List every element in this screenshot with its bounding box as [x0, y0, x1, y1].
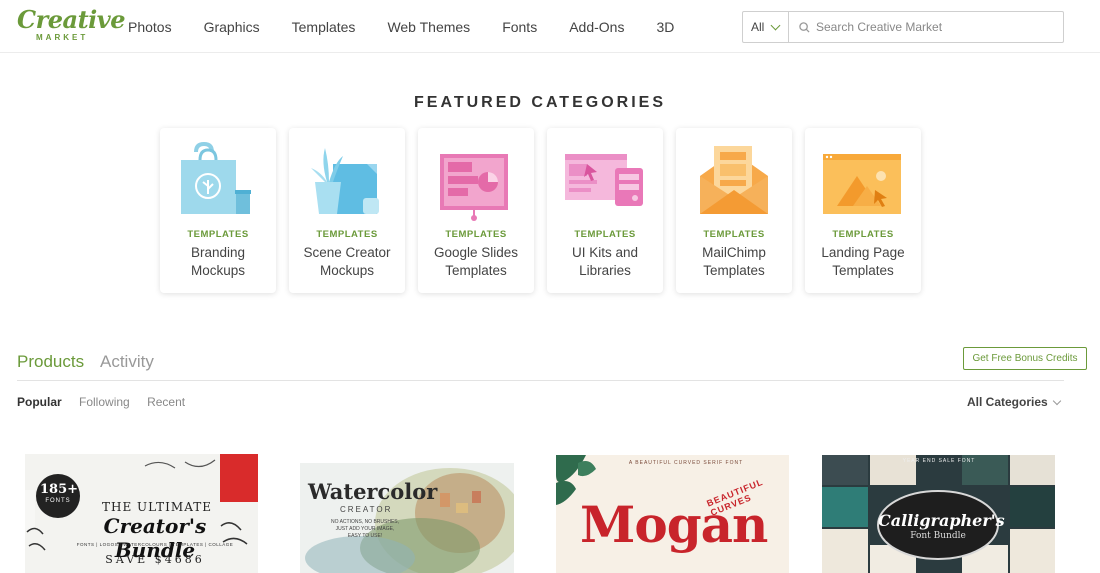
calligrapher-subtitle: Font Bundle: [910, 531, 966, 541]
watercolor-subtitle: CREATOR: [340, 505, 393, 514]
category-card-branding-mockups[interactable]: TEMPLATES Branding Mockups: [160, 128, 276, 293]
creative-market-logo[interactable]: Creative MARKET: [17, 5, 125, 43]
tab-products[interactable]: Products: [17, 351, 84, 373]
main-nav: Photos Graphics Templates Web Themes Fon…: [128, 18, 706, 36]
calligrapher-tagline: YEAR END SALE FONT: [902, 458, 976, 464]
nav-graphics[interactable]: Graphics: [204, 18, 260, 36]
category-card-ui-kits-and-libraries[interactable]: TEMPLATES UI Kits and Libraries: [547, 128, 663, 293]
nav-fonts[interactable]: Fonts: [502, 18, 537, 36]
product-thumbnail-mogan-font[interactable]: A BEAUTIFUL CURVED SERIF FONT Mogan BEAU…: [556, 455, 789, 573]
search-field: [789, 12, 1063, 42]
site-header: Creative MARKET Photos Graphics Template…: [0, 0, 1100, 53]
envelope-icon: [700, 146, 768, 214]
card-kind: TEMPLATES: [316, 229, 378, 240]
presentation-icon: [440, 154, 508, 221]
category-card-landing-page-templates[interactable]: TEMPLATES Landing Page Templates: [805, 128, 921, 293]
filter-popular[interactable]: Popular: [17, 395, 62, 409]
card-kind: TEMPLATES: [574, 229, 636, 240]
featured-categories-title: FEATURED CATEGORIES: [414, 94, 666, 111]
card-name: Branding Mockups: [190, 245, 246, 278]
chevron-down-icon: [1052, 396, 1061, 405]
product-thumbnail-calligraphers-bundle[interactable]: YEAR END SALE FONT Calligrapher's Font B…: [822, 455, 1055, 573]
watercolor-note-2: JUST ADD YOUR IMAGE,: [335, 526, 395, 532]
category-card-google-slides-templates[interactable]: TEMPLATES Google Slides Templates: [418, 128, 534, 293]
watercolor-note-3: EASY TO USE!: [347, 533, 383, 539]
logo-word: Creative: [17, 5, 125, 34]
logo-sub: MARKET: [36, 33, 89, 42]
bundle-count-badge: 185+: [40, 482, 79, 497]
card-name: Landing Page Templates: [821, 245, 905, 278]
nav-templates[interactable]: Templates: [292, 18, 356, 36]
all-categories-dropdown[interactable]: All Categories: [967, 395, 1061, 409]
calligrapher-title: Calligrapher's: [878, 511, 1005, 530]
filter-recent[interactable]: Recent: [147, 395, 185, 409]
card-kind: TEMPLATES: [703, 229, 765, 240]
watercolor-notes: NO ACTIONS, NO BRUSHES, JUST ADD YOUR IM…: [320, 519, 410, 540]
card-kind: TEMPLATES: [187, 229, 249, 240]
tab-activity[interactable]: Activity: [100, 351, 154, 373]
card-name: UI Kits and Libraries: [571, 245, 639, 278]
product-filter-tabs: Popular Following Recent: [17, 395, 199, 409]
nav-add-ons[interactable]: Add-Ons: [569, 18, 624, 36]
search-input[interactable]: [816, 20, 1056, 34]
watercolor-title: Watercolor: [308, 479, 438, 504]
search-bar: All: [742, 11, 1064, 43]
landing-page-icon: [823, 154, 901, 214]
nav-photos[interactable]: Photos: [128, 18, 172, 36]
card-name: Scene Creator Mockups: [303, 245, 391, 278]
featured-cards: TEMPLATES Branding Mockups TEMPLATES Sce…: [160, 128, 934, 293]
category-card-mailchimp-templates[interactable]: TEMPLATES MailChimp Templates: [676, 128, 792, 293]
search-scope-value: All: [751, 20, 765, 34]
bundle-headline: THE ULTIMATE: [102, 500, 212, 514]
chevron-down-icon: [770, 20, 781, 30]
ui-kit-icon: [565, 154, 643, 206]
feed-tabs: Products Activity: [17, 351, 1064, 381]
card-name: MailChimp Templates: [702, 245, 766, 278]
product-thumbnail-creators-bundle[interactable]: 185+ FONTS THE ULTIMATE Creator's Bundle…: [25, 454, 258, 573]
card-name: Google Slides Templates: [433, 245, 519, 278]
product-thumbnail-watercolor-creator[interactable]: Watercolor CREATOR NO ACTIONS, NO BRUSHE…: [300, 463, 514, 573]
card-kind: TEMPLATES: [445, 229, 507, 240]
category-card-scene-creator-mockups[interactable]: TEMPLATES Scene Creator Mockups: [289, 128, 405, 293]
plant-scene-icon: [311, 148, 379, 214]
search-scope-select[interactable]: All: [743, 12, 789, 42]
nav-web-themes[interactable]: Web Themes: [387, 18, 470, 36]
shopping-bag-icon: [181, 142, 251, 214]
filter-following[interactable]: Following: [79, 395, 130, 409]
bundle-count-label: FONTS: [45, 498, 71, 504]
bundle-savings: SAVE $4686: [105, 553, 205, 566]
watercolor-note-1: NO ACTIONS, NO BRUSHES,: [330, 519, 400, 525]
bundle-contents: FONTS | LOGOS | WATERCOLOURS | TEMPLATES…: [76, 542, 234, 547]
mogan-tagline: A BEAUTIFUL CURVED SERIF FONT: [628, 460, 744, 466]
all-categories-label: All Categories: [967, 395, 1048, 409]
nav-3d[interactable]: 3D: [656, 18, 674, 36]
card-kind: TEMPLATES: [832, 229, 894, 240]
search-icon: [799, 21, 810, 33]
get-free-bonus-credits-button[interactable]: Get Free Bonus Credits: [963, 347, 1087, 370]
